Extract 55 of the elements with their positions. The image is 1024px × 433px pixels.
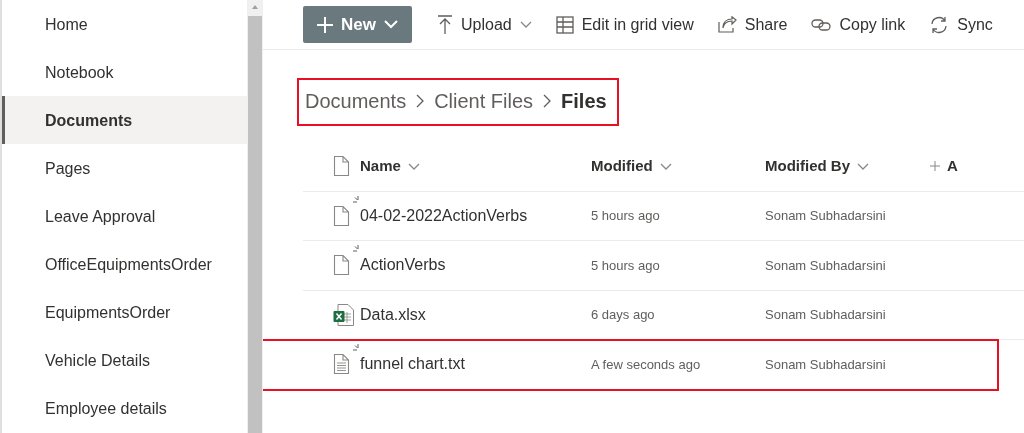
breadcrumb-link[interactable]: Client Files bbox=[434, 86, 534, 116]
spreadsheet-icon bbox=[333, 302, 355, 327]
chevron-down-icon bbox=[407, 162, 421, 171]
breadcrumb-current: Files bbox=[561, 89, 607, 114]
column-header[interactable]: Name bbox=[360, 155, 421, 178]
chevron-down-icon bbox=[383, 20, 398, 29]
chevron-down-icon bbox=[659, 162, 673, 171]
column-header[interactable]: Modified By bbox=[765, 155, 870, 178]
modified-cell-text: 5 hours ago bbox=[591, 256, 661, 275]
new-button[interactable]: New bbox=[303, 6, 412, 43]
file-icon bbox=[333, 254, 350, 277]
sync-button[interactable]: Sync bbox=[920, 6, 1002, 43]
modified-cell-text: A few seconds ago bbox=[591, 355, 702, 374]
add-column-button[interactable]: A bbox=[930, 155, 958, 178]
modified-by-cell-text: Sonam Subhadarsini bbox=[765, 256, 887, 275]
file-name-link[interactable]: 04-02-2022ActionVerbs bbox=[360, 206, 528, 224]
chevron-down-icon bbox=[519, 20, 532, 29]
modified-by-cell-text: Sonam Subhadarsini bbox=[765, 355, 887, 374]
modified-cell-text: 6 days ago bbox=[591, 306, 656, 324]
upload-button[interactable]: Upload bbox=[427, 6, 541, 43]
modified-by-cell-text: Sonam Subhadarsini bbox=[765, 306, 887, 324]
link-button[interactable]: Copy link bbox=[802, 6, 915, 43]
sidebar-item[interactable]: EquipmentsOrder bbox=[2, 288, 247, 336]
scrollbar[interactable] bbox=[247, 0, 263, 433]
file-name-link[interactable]: Data.xlsx bbox=[360, 305, 426, 323]
sidebar-item[interactable]: Leave Approval bbox=[2, 192, 247, 240]
grid-icon bbox=[555, 15, 574, 34]
share-button[interactable]: Share bbox=[708, 6, 797, 43]
chevron-down-icon bbox=[857, 162, 870, 171]
link-icon bbox=[811, 18, 832, 31]
chevron-right-icon bbox=[416, 94, 425, 108]
breadcrumb-link[interactable]: Documents bbox=[305, 86, 407, 116]
file-name-link[interactable]: ActionVerbs bbox=[360, 256, 446, 274]
modified-by-cell-text: Sonam Subhadarsini bbox=[765, 207, 887, 225]
sidebar-item[interactable]: Pages bbox=[2, 144, 247, 192]
file-name-link[interactable]: funnel chart.txt bbox=[360, 355, 465, 373]
scrollbar-thumb[interactable] bbox=[248, 16, 262, 433]
plus-icon bbox=[317, 16, 333, 33]
upload-icon bbox=[436, 14, 453, 35]
file-icon bbox=[333, 204, 350, 227]
sidebar-item[interactable]: Vehicle Details bbox=[2, 336, 247, 384]
sync-icon bbox=[929, 14, 950, 35]
sidebar-item[interactable]: Notebook bbox=[2, 48, 247, 96]
file-icon bbox=[333, 155, 350, 178]
text-file-icon bbox=[333, 353, 350, 376]
modified-cell-text: 5 hours ago bbox=[591, 207, 661, 225]
plus-icon bbox=[930, 161, 940, 172]
share-icon bbox=[717, 16, 737, 33]
grid-button[interactable]: Edit in grid view bbox=[546, 6, 703, 43]
sidebar-item[interactable]: Employee details bbox=[2, 384, 247, 432]
chevron-right-icon bbox=[543, 94, 552, 108]
sidebar-item[interactable]: Documents bbox=[2, 96, 247, 144]
column-header[interactable]: Modified bbox=[591, 155, 673, 178]
sidebar-item[interactable]: Home bbox=[2, 0, 247, 48]
sidebar-item[interactable]: OfficeEquipmentsOrder bbox=[2, 240, 247, 288]
